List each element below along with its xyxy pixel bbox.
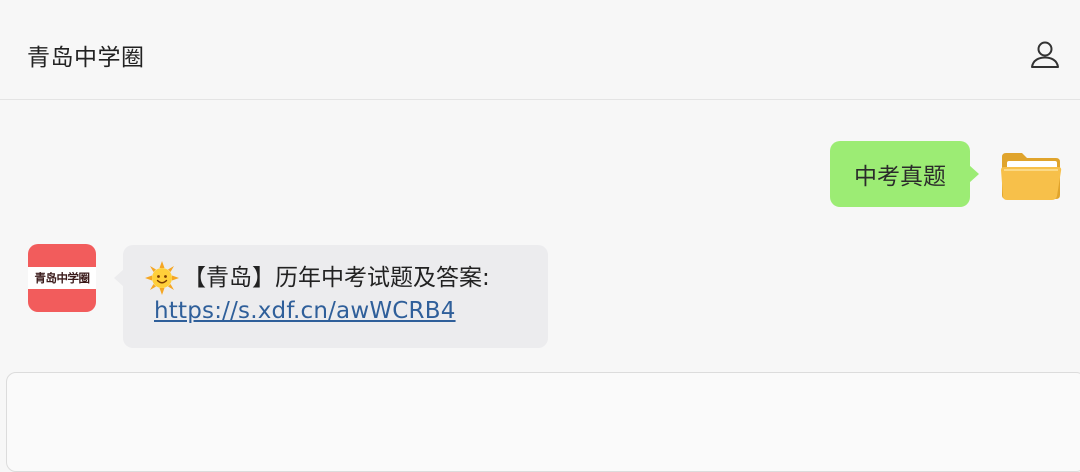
contact-avatar[interactable]: 青岛中学圈 <box>28 244 96 312</box>
incoming-message-link[interactable]: https://s.xdf.cn/awWCRB4 <box>145 295 526 328</box>
incoming-message-text: 【青岛】历年中考试题及答案: <box>183 264 490 291</box>
incoming-message-line: 【青岛】历年中考试题及答案: <box>145 261 526 295</box>
message-list[interactable]: 中考真题 青岛中学圈 【青岛】历年中考试题及答案: https://s.xdf.… <box>0 101 1080 371</box>
avatar-label: 青岛中学圈 <box>28 267 96 289</box>
sun-icon <box>145 261 179 295</box>
chat-header: 青岛中学圈 <box>0 0 1080 100</box>
incoming-message-bubble[interactable]: 【青岛】历年中考试题及答案: https://s.xdf.cn/awWCRB4 <box>114 245 548 348</box>
user-profile-icon[interactable] <box>1028 38 1062 72</box>
outgoing-message-text: 中考真题 <box>854 164 946 190</box>
message-input[interactable] <box>6 372 1080 472</box>
folder-icon[interactable] <box>998 143 1064 205</box>
chat-title: 青岛中学圈 <box>27 45 145 71</box>
outgoing-message-bubble[interactable]: 中考真题 <box>830 141 979 207</box>
